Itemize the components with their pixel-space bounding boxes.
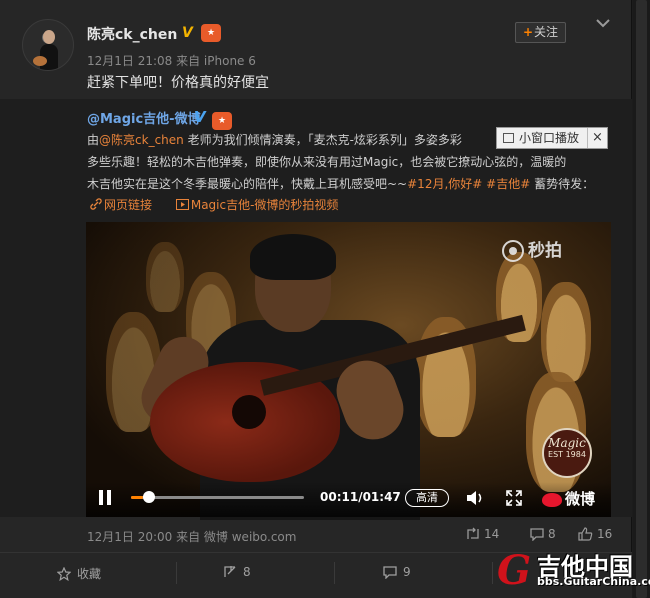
comment-icon [383, 566, 397, 580]
favorite-button[interactable]: 收藏 [56, 565, 101, 582]
favorite-icon [56, 566, 72, 582]
comment-icon [530, 528, 544, 542]
mini-window-icon [503, 133, 514, 143]
fullscreen-icon[interactable] [505, 489, 523, 507]
close-icon[interactable]: × [587, 128, 607, 148]
retweet-comment-count[interactable]: 8 [530, 527, 556, 542]
magic-logo-seal: Magic EST 1984 [542, 428, 592, 478]
retweet-username[interactable]: @Magic吉他-微博 [87, 108, 201, 127]
progress-fill [131, 496, 144, 499]
avatar[interactable] [22, 19, 74, 71]
vip-badge-icon: ★ [201, 24, 221, 42]
verified-v-icon: V [182, 25, 193, 41]
mention-link[interactable]: @陈亮ck_chen [99, 133, 184, 147]
video-link[interactable]: Magic吉他-微博的秒拍视频 [175, 198, 349, 212]
progress-knob[interactable] [143, 491, 155, 503]
post-username[interactable]: 陈亮ck_chen [87, 24, 177, 44]
vip-badge-icon: ★ [212, 112, 232, 130]
comment-button[interactable]: 9 [383, 565, 411, 580]
like-icon [578, 527, 593, 541]
retweet-links: 网页链接 Magic吉他-微博的秒拍视频 [90, 196, 358, 213]
progress-track[interactable] [131, 496, 304, 499]
volume-icon[interactable] [466, 489, 486, 507]
retweet-meta: 12月1日 20:00 来自 微博 weibo.com [87, 530, 297, 544]
post-text: 赶紧下单吧！价格真的好便宜 [87, 75, 269, 91]
mini-window-popup[interactable]: 小窗口播放 × [496, 127, 608, 149]
retweet-repost-count[interactable]: 14 [466, 527, 499, 541]
miaopai-eye-icon [502, 240, 524, 262]
guitarchina-url: bbs.GuitarChina.com [537, 575, 650, 588]
pause-icon[interactable] [98, 490, 112, 505]
repost-icon [467, 527, 479, 539]
guitarchina-watermark: G 吉他中国 bbs.GuitarChina.com [497, 547, 650, 597]
video-time: 00:11/01:47 [320, 490, 401, 504]
hashtag-link[interactable]: #12月,你好# #吉他# [407, 177, 530, 191]
link-icon [90, 198, 102, 210]
weibo-brand: 微博 [542, 488, 595, 509]
follow-button[interactable]: +关注 [515, 22, 566, 43]
follow-label: 关注 [534, 25, 559, 39]
retweet-text-line-1: 由@陈亮ck_chen 老师为我们倾情演奏，「麦杰克-炫彩系列」多姿多彩 [87, 133, 462, 147]
guitarchina-logo: G [497, 547, 532, 594]
retweet-text-line-2: 多些乐趣！轻松的木吉他弹奏，即使你从来没有用过Magic，也会被它撩动心弦的，温… [87, 155, 567, 169]
repost-icon [224, 566, 236, 577]
miaopai-watermark: 秒拍 [502, 236, 562, 262]
mini-window-label: 小窗口播放 [519, 131, 580, 145]
retweet-like-count[interactable]: 16 [578, 527, 612, 541]
weibo-logo-icon [542, 492, 562, 507]
retweet-text-line-3: 木吉他实在是这个冬季最暖心的陪伴，快戴上耳机感受吧~~#12月,你好# #吉他#… [87, 177, 595, 191]
chevron-down-icon[interactable] [594, 14, 612, 32]
post-meta: 12月1日 21:08 来自 iPhone 6 [87, 54, 256, 68]
web-link[interactable]: 网页链接 [90, 198, 162, 212]
scrollbar-thumb[interactable] [636, 0, 647, 598]
quality-button[interactable]: 高清 [405, 489, 449, 507]
video-icon [175, 199, 189, 210]
verified-v-icon: V [194, 108, 206, 126]
repost-button[interactable]: 8 [223, 565, 251, 579]
